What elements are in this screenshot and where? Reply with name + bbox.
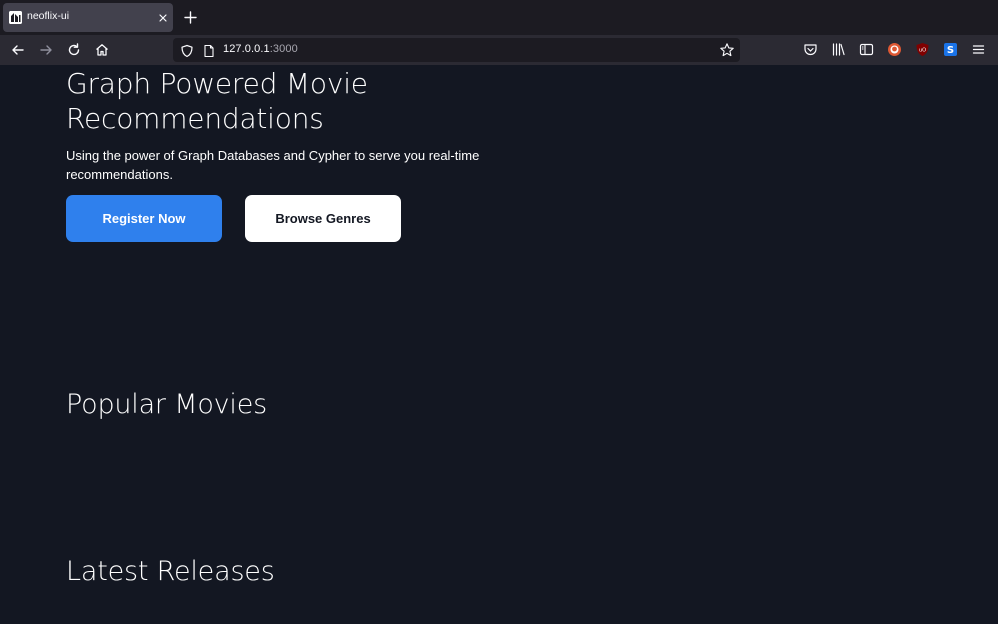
forward-arrow-icon[interactable] <box>37 41 55 59</box>
extension-s-icon[interactable]: S <box>943 42 958 57</box>
browser-tab[interactable]: neoflix-ui <box>3 3 173 32</box>
close-icon[interactable] <box>156 10 170 24</box>
hero-subtitle: Using the power of Graph Databases and C… <box>66 148 480 182</box>
favicon-icon <box>9 11 22 24</box>
url-host: 127.0.0.1 <box>223 43 270 55</box>
svg-text:S: S <box>947 45 954 56</box>
library-icon[interactable] <box>831 42 846 57</box>
duckduckgo-icon[interactable] <box>887 42 902 57</box>
shield-icon[interactable] <box>180 43 194 58</box>
hamburger-menu-icon[interactable] <box>971 42 986 57</box>
url-text[interactable]: 127.0.0.1:3000 <box>223 43 298 55</box>
hero-title: Graph Powered Movie Recommendations <box>66 67 368 135</box>
url-port: :3000 <box>269 43 298 55</box>
tab-title: neoflix-ui <box>27 10 70 22</box>
home-icon[interactable] <box>93 41 111 59</box>
reload-icon[interactable] <box>65 41 83 59</box>
tab-strip: neoflix-ui <box>0 0 998 35</box>
plus-icon[interactable] <box>182 9 199 26</box>
page-icon[interactable] <box>202 43 216 58</box>
latest-releases-heading: Latest Releases <box>66 556 275 587</box>
popular-movies-heading: Popular Movies <box>66 389 267 420</box>
navigation-toolbar: 127.0.0.1:3000 uO S <box>0 35 998 65</box>
url-bar[interactable]: 127.0.0.1:3000 <box>173 38 740 62</box>
back-arrow-icon[interactable] <box>9 41 27 59</box>
star-icon[interactable] <box>719 42 735 58</box>
register-now-button[interactable]: Register Now <box>66 195 222 242</box>
svg-text:uO: uO <box>919 48 926 54</box>
ublock-icon[interactable]: uO <box>915 42 930 57</box>
browse-genres-button[interactable]: Browse Genres <box>245 195 401 242</box>
pocket-icon[interactable] <box>803 42 818 57</box>
sidebar-icon[interactable] <box>859 42 874 57</box>
